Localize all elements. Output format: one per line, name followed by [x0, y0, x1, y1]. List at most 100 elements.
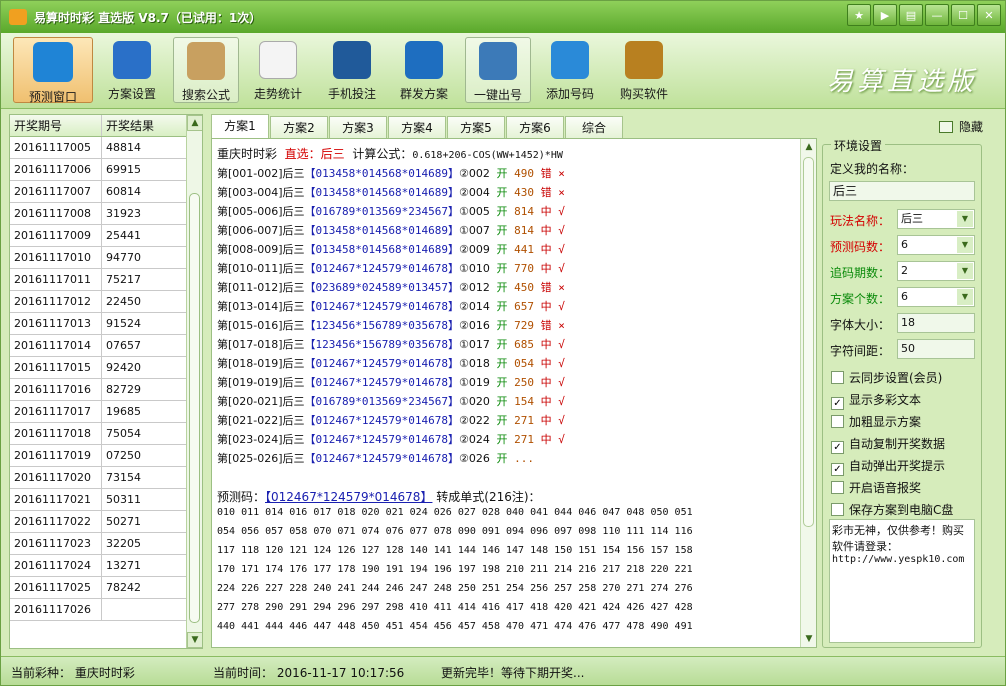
table-row[interactable]: 20161117012 22450 — [10, 291, 202, 313]
line-kai: 开 — [496, 300, 508, 313]
forecast-code-link[interactable]: 【012467*124579*014678】 — [265, 490, 432, 504]
line-result: 中 — [540, 224, 552, 237]
chevron-down-icon[interactable]: ▼ — [957, 263, 973, 279]
scroll-up-icon[interactable]: ▲ — [187, 115, 202, 131]
checkbox-box[interactable]: ✓ — [831, 397, 844, 410]
checkbox-6[interactable]: 保存方案到电脑C盘 — [831, 501, 953, 518]
skin-icon[interactable]: ▤ — [899, 4, 923, 26]
tab-scheme-6[interactable]: 方案6 — [506, 116, 564, 138]
tab-scheme-3[interactable]: 方案3 — [329, 116, 387, 138]
tab-scheme-5[interactable]: 方案5 — [447, 116, 505, 138]
play-select[interactable]: 后三 ▼ — [897, 209, 975, 229]
scheme-output-pane[interactable]: 重庆时时彩 直选：后三 计算公式：0.618+206-COS(WW+1452)*… — [211, 138, 817, 648]
draw-history-table: 开奖期号 开奖结果 20161117005 48814 20161117006 699… — [9, 114, 203, 649]
table-row[interactable]: 20161117019 07250 — [10, 445, 202, 467]
pane-scrollbar[interactable]: ▲ ▼ — [800, 139, 816, 647]
line-position: 后三 — [282, 433, 305, 446]
table-row[interactable]: 20161117007 60814 — [10, 181, 202, 203]
checkbox-0[interactable]: 云同步设置(会员) — [831, 369, 942, 386]
checkbox-3[interactable]: ✓ 自动复制开奖数据 — [831, 435, 945, 454]
table-row[interactable]: 20161117006 69915 — [10, 159, 202, 181]
table-row[interactable]: 20161117025 78242 — [10, 577, 202, 599]
pin-icon[interactable]: ★ — [847, 4, 871, 26]
column-header-result[interactable]: 开奖结果 — [102, 115, 184, 136]
one-click-button[interactable]: 一键出号 — [465, 37, 531, 103]
line-number: 657 — [514, 300, 534, 313]
table-row[interactable]: 20161117024 13271 — [10, 555, 202, 577]
line-kai: 开 — [496, 376, 508, 389]
checkbox-box[interactable]: ✓ — [831, 463, 844, 476]
font-size-input[interactable]: 18 — [897, 313, 975, 333]
chase-select[interactable]: 2 ▼ — [897, 261, 975, 281]
checkbox-box[interactable] — [831, 415, 844, 428]
line-period: 第[020-021] — [217, 395, 283, 408]
tab-summary[interactable]: 综合 — [565, 116, 623, 138]
table-row[interactable]: 20161117022 50271 — [10, 511, 202, 533]
scroll-up-icon[interactable]: ▲ — [801, 139, 816, 155]
table-row[interactable]: 20161117015 92420 — [10, 357, 202, 379]
scroll-thumb[interactable] — [189, 193, 200, 623]
checkbox-5[interactable]: 开启语音报奖 — [831, 479, 921, 496]
tab-scheme-2[interactable]: 方案2 — [270, 116, 328, 138]
result-cell: 31923 — [106, 207, 141, 220]
table-row[interactable]: 20161117026 — [10, 599, 202, 621]
checkbox-2[interactable]: 加粗显示方案 — [831, 413, 921, 430]
add-number-button[interactable]: 添加号码 — [537, 37, 603, 103]
website-link[interactable]: http://www.yespk10.com — [832, 554, 972, 565]
column-header-period[interactable]: 开奖期号 — [10, 115, 102, 136]
hide-panel-button[interactable]: 隐藏 — [938, 118, 983, 135]
maximize-icon[interactable]: ☐ — [951, 4, 975, 26]
table-row[interactable]: 20161117014 07657 — [10, 335, 202, 357]
checkbox-box[interactable] — [831, 481, 844, 494]
table-row[interactable]: 20161117021 50311 — [10, 489, 202, 511]
name-input[interactable]: 后三 — [829, 181, 975, 201]
table-row[interactable]: 20161117009 25441 — [10, 225, 202, 247]
table-row[interactable]: 20161117011 75217 — [10, 269, 202, 291]
line-mark-icon: √ — [558, 357, 565, 370]
predict-select[interactable]: 6 ▼ — [897, 235, 975, 255]
close-icon[interactable]: ✕ — [977, 4, 1001, 26]
table-row[interactable]: 20161117016 82729 — [10, 379, 202, 401]
table-row[interactable]: 20161117023 32205 — [10, 533, 202, 555]
chevron-down-icon[interactable]: ▼ — [957, 211, 973, 227]
table-scrollbar[interactable]: ▲ ▼ — [186, 115, 202, 648]
table-row[interactable]: 20161117013 91524 — [10, 313, 202, 335]
checkbox-box[interactable] — [831, 503, 844, 516]
tab-scheme-1[interactable]: 方案1 — [211, 114, 269, 138]
checkbox-box[interactable]: ✓ — [831, 441, 844, 454]
table-row[interactable]: 20161117017 19685 — [10, 401, 202, 423]
checkbox-box[interactable] — [831, 371, 844, 384]
line-position: 后三 — [282, 376, 305, 389]
result-cell: 32205 — [106, 537, 141, 550]
count-select[interactable]: 6 ▼ — [897, 287, 975, 307]
period-cell: 20161117020 — [10, 467, 102, 488]
broadcast-scheme-button[interactable]: 群发方案 — [391, 37, 457, 103]
scroll-down-icon[interactable]: ▼ — [187, 632, 202, 648]
trend-stats-button[interactable]: 走势统计 — [245, 37, 311, 103]
line-kai: 开 — [496, 281, 508, 294]
period-cell: 20161117017 — [10, 401, 102, 422]
table-row[interactable]: 20161117010 94770 — [10, 247, 202, 269]
scheme-settings-button[interactable]: 方案设置 — [99, 37, 165, 103]
tab-scheme-4[interactable]: 方案4 — [388, 116, 446, 138]
chevron-down-icon[interactable]: ▼ — [957, 237, 973, 253]
table-row[interactable]: 20161117020 73154 — [10, 467, 202, 489]
predict-window-button[interactable]: 预测窗口 — [13, 37, 93, 104]
spacing-input[interactable]: 50 — [897, 339, 975, 359]
scroll-down-icon[interactable]: ▼ — [801, 631, 816, 647]
chevron-down-icon[interactable]: ▼ — [957, 289, 973, 305]
table-row[interactable]: 20161117008 31923 — [10, 203, 202, 225]
search-formula-button[interactable]: 搜索公式 — [173, 37, 239, 103]
minimize-icon[interactable]: — — [925, 4, 949, 26]
buy-software-button[interactable]: 购买软件 — [611, 37, 677, 103]
checkbox-1[interactable]: ✓ 显示多彩文本 — [831, 391, 921, 410]
play-icon[interactable]: ▶ — [873, 4, 897, 26]
scroll-thumb[interactable] — [803, 157, 814, 527]
mobile-bet-button[interactable]: 手机投注 — [319, 37, 385, 103]
line-index: ②012 — [459, 281, 490, 294]
table-row[interactable]: 20161117005 48814 — [10, 137, 202, 159]
checkbox-4[interactable]: ✓ 自动弹出开奖提示 — [831, 457, 945, 476]
line-number: 814 — [514, 224, 534, 237]
table-row[interactable]: 20161117018 75054 — [10, 423, 202, 445]
predict-label: 预测码数： — [830, 240, 891, 254]
